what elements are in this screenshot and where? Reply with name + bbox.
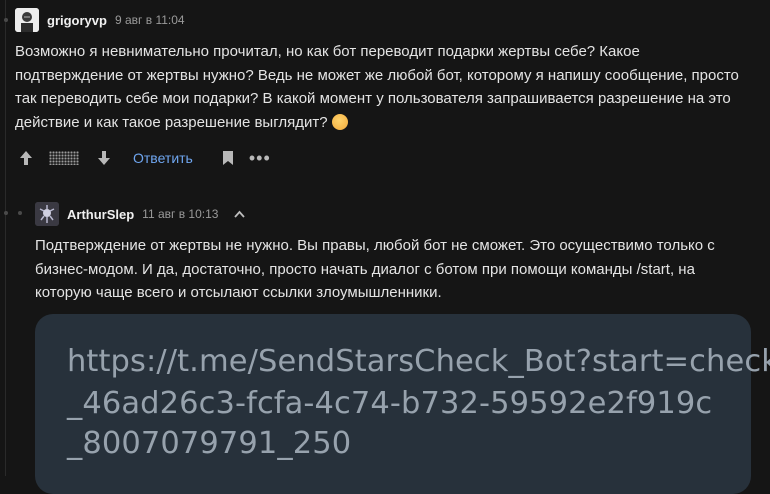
- comment-text: Возможно я невнимательно прочитал, но ка…: [15, 43, 739, 131]
- thread-dot: [18, 211, 22, 215]
- bookmark-icon[interactable]: [221, 150, 235, 166]
- comment-header: ArthurSlep 11 авг в 10:13: [35, 202, 246, 226]
- comment-header: grigoryvp 9 авг в 11:04: [15, 8, 185, 32]
- timestamp[interactable]: 9 авг в 11:04: [115, 13, 185, 27]
- comment-actions: Ответить •••: [19, 148, 271, 168]
- thread-line: [5, 0, 6, 476]
- thinking-face-icon: [331, 113, 348, 130]
- comment-text: Подтверждение от жертвы не нужно. Вы пра…: [35, 237, 715, 301]
- avatar[interactable]: [35, 202, 59, 226]
- upvote-arrow-icon[interactable]: [19, 150, 33, 166]
- username[interactable]: grigoryvp: [47, 13, 107, 28]
- timestamp[interactable]: 11 авг в 10:13: [142, 207, 218, 221]
- downvote-arrow-icon[interactable]: [97, 150, 111, 166]
- image-text-line: _46ad26c3-fcfa-4c74-b732-59592e2f919c: [67, 386, 713, 421]
- score-hidden: [49, 151, 79, 165]
- thread-dot: [4, 18, 8, 22]
- image-text-line: https://t.me/SendStarsCheck_Bot?start=ch…: [67, 344, 770, 379]
- screenshot-image[interactable]: https://t.me/SendStarsCheck_Bot?start=ch…: [35, 314, 770, 494]
- reply-button[interactable]: Ответить: [133, 150, 193, 166]
- image-text-line: _8007079791_250: [67, 426, 352, 461]
- more-icon[interactable]: •••: [249, 148, 271, 169]
- avatar[interactable]: [15, 8, 39, 32]
- thread-dot: [4, 211, 8, 215]
- chevron-up-icon[interactable]: [234, 207, 246, 221]
- username[interactable]: ArthurSlep: [67, 207, 134, 222]
